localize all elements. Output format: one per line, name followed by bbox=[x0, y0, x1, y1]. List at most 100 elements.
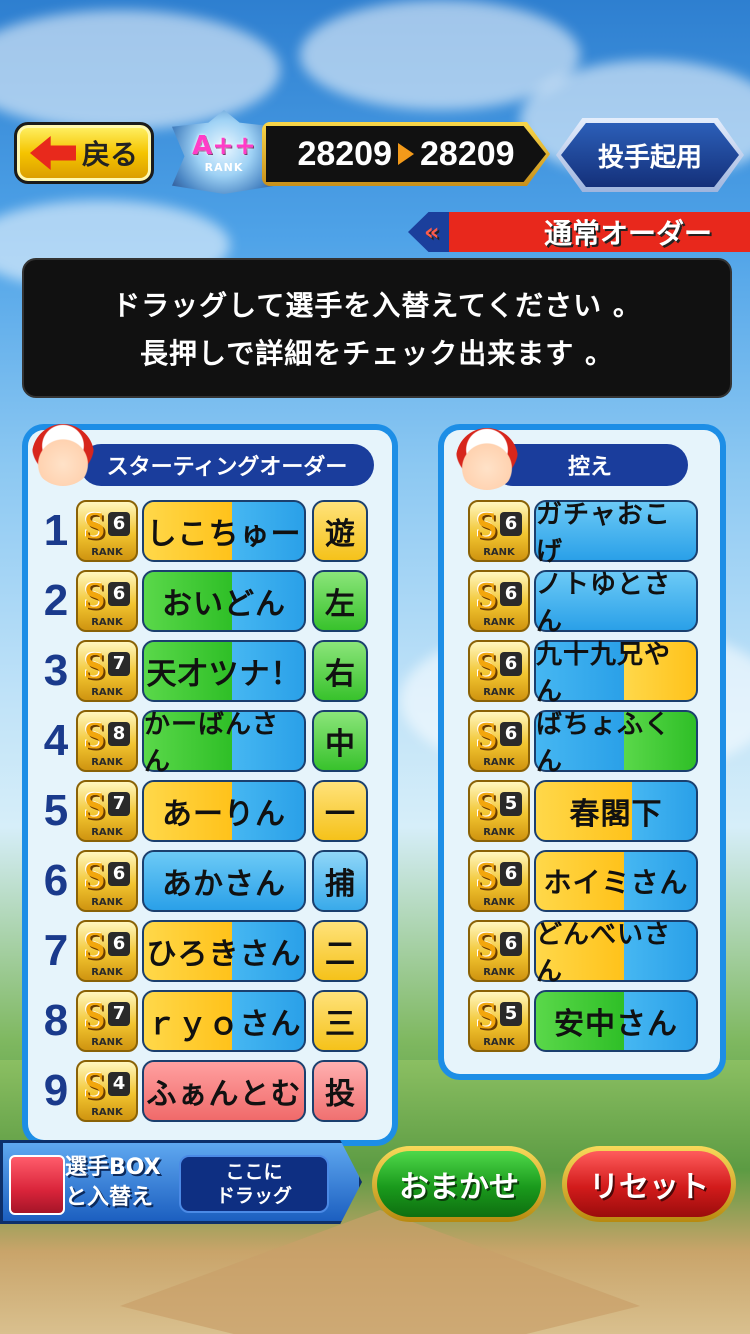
bench-mascot-icon bbox=[456, 428, 518, 490]
player-position[interactable]: 右 bbox=[312, 640, 368, 702]
player-name[interactable]: あーりん bbox=[142, 780, 306, 842]
player-name[interactable]: 春閣下 bbox=[534, 780, 698, 842]
player-name[interactable]: しこちゅー bbox=[142, 500, 306, 562]
batting-order-number: 3 bbox=[43, 646, 69, 695]
player-name[interactable]: ふぁんとむ bbox=[142, 1060, 306, 1122]
bench-panel: 控え S 6 RANK ガチャおこげ S 6 RANK ノトゆとさん S 6 RANK 九十… bbox=[438, 424, 726, 1080]
player-rank-badge: S 4 RANK bbox=[76, 1060, 138, 1122]
bench-row[interactable]: S 6 RANK ばちょふくん bbox=[468, 710, 698, 777]
pitcher-button[interactable]: 投手起用 bbox=[556, 118, 744, 192]
player-rank-badge: S 7 RANK bbox=[76, 990, 138, 1052]
pitcher-button-label: 投手起用 bbox=[597, 142, 702, 173]
player-name[interactable]: ｒｙｏさん bbox=[142, 990, 306, 1052]
score-after: 28209 bbox=[420, 134, 515, 173]
lineup-row[interactable]: 3 S 7 RANK 天才ツナ！ 右 bbox=[36, 640, 368, 702]
batting-order-number: 1 bbox=[43, 506, 69, 555]
drag-label-line-1: ここに bbox=[225, 1161, 283, 1183]
chevron-left-icon: « bbox=[424, 218, 440, 246]
player-position[interactable]: 三 bbox=[312, 990, 368, 1052]
player-name[interactable]: ノトゆとさん bbox=[534, 570, 698, 637]
player-position[interactable]: 投 bbox=[312, 1060, 368, 1122]
player-name[interactable]: 九十九兄やん bbox=[534, 640, 698, 707]
starting-lineup-title: スターティングオーダー bbox=[80, 444, 374, 486]
box-label-line-2: と入替え bbox=[65, 1185, 154, 1210]
bench-row[interactable]: S 5 RANK 安中さん bbox=[468, 990, 698, 1052]
player-name[interactable]: ばちょふくん bbox=[534, 710, 698, 777]
player-name[interactable]: 天才ツナ！ bbox=[142, 640, 306, 702]
drag-drop-target[interactable]: ここに ドラッグ bbox=[179, 1155, 329, 1213]
team-rank-sub: RANK bbox=[204, 160, 244, 174]
player-rank-badge: S 5 RANK bbox=[468, 780, 530, 842]
back-button[interactable]: 戻る bbox=[14, 122, 154, 184]
arrow-right-icon bbox=[398, 143, 414, 165]
box-label-line-1: 選手BOX bbox=[65, 1155, 161, 1180]
batting-order-number: 5 bbox=[43, 786, 69, 835]
player-position[interactable]: 一 bbox=[312, 780, 368, 842]
bench-row[interactable]: S 6 RANK ガチャおこげ bbox=[468, 500, 698, 567]
lineup-row[interactable]: 1 S 6 RANK しこちゅー 遊 bbox=[36, 500, 368, 562]
batting-order-number: 8 bbox=[43, 996, 69, 1045]
batting-order-number: 6 bbox=[43, 856, 69, 905]
player-position[interactable]: 二 bbox=[312, 920, 368, 982]
reset-button[interactable]: リセット bbox=[562, 1146, 736, 1222]
player-name[interactable]: どんべいさん bbox=[534, 920, 698, 987]
order-type-label: 通常オーダー bbox=[543, 217, 712, 250]
player-name[interactable]: あかさん bbox=[142, 850, 306, 912]
drag-label-line-2: ドラッグ bbox=[215, 1185, 292, 1207]
player-position[interactable]: 捕 bbox=[312, 850, 368, 912]
player-rank-badge: S 7 RANK bbox=[76, 640, 138, 702]
order-type-ribbon: « 通常オーダー bbox=[408, 212, 750, 252]
player-position[interactable]: 遊 bbox=[312, 500, 368, 562]
instruction-line-1: ドラッグして選手を入替えてください 。 bbox=[112, 289, 642, 322]
starting-lineup-panel: スターティングオーダー 1 S 6 RANK しこちゅー 遊 2 S 6 RANK おい… bbox=[22, 424, 398, 1146]
bench-row[interactable]: S 6 RANK 九十九兄やん bbox=[468, 640, 698, 707]
player-position[interactable]: 中 bbox=[312, 710, 368, 772]
batter-mascot-icon bbox=[32, 424, 94, 486]
auto-lineup-button[interactable]: おまかせ bbox=[372, 1146, 546, 1222]
player-rank-badge: S 6 RANK bbox=[468, 570, 530, 632]
player-rank-badge: S 6 RANK bbox=[468, 500, 530, 562]
player-name[interactable]: ホイミさん bbox=[534, 850, 698, 912]
bench-row[interactable]: S 6 RANK どんべいさん bbox=[468, 920, 698, 987]
player-box-icon bbox=[9, 1155, 65, 1215]
player-name[interactable]: ひろきさん bbox=[142, 920, 306, 982]
bench-title: 控え bbox=[492, 444, 688, 486]
player-rank-badge: S 6 RANK bbox=[76, 850, 138, 912]
batting-order-number: 9 bbox=[43, 1066, 69, 1115]
player-rank-badge: S 6 RANK bbox=[76, 920, 138, 982]
player-name[interactable]: かーばんさん bbox=[142, 710, 306, 777]
player-rank-badge: S 7 RANK bbox=[76, 780, 138, 842]
batting-order-number: 4 bbox=[43, 716, 69, 765]
player-rank-badge: S 8 RANK bbox=[76, 710, 138, 772]
batting-order-number: 7 bbox=[43, 926, 69, 975]
player-rank-badge: S 6 RANK bbox=[468, 710, 530, 772]
bench-row[interactable]: S 5 RANK 春閣下 bbox=[468, 780, 698, 842]
lineup-row[interactable]: 9 S 4 RANK ふぁんとむ 投 bbox=[36, 1060, 368, 1122]
instruction-line-2: 長押しで詳細をチェック出来ます 。 bbox=[140, 337, 614, 370]
player-position[interactable]: 左 bbox=[312, 570, 368, 632]
batting-order-number: 2 bbox=[43, 576, 69, 625]
player-rank-badge: S 6 RANK bbox=[76, 500, 138, 562]
lineup-row[interactable]: 8 S 7 RANK ｒｙｏさん 三 bbox=[36, 990, 368, 1052]
lineup-row[interactable]: 2 S 6 RANK おいどん 左 bbox=[36, 570, 368, 632]
player-box-swap-zone[interactable]: 選手BOX と入替え ここに ドラッグ bbox=[0, 1140, 362, 1224]
lineup-row[interactable]: 7 S 6 RANK ひろきさん 二 bbox=[36, 920, 368, 982]
player-name[interactable]: 安中さん bbox=[534, 990, 698, 1052]
player-rank-badge: S 5 RANK bbox=[468, 990, 530, 1052]
player-name[interactable]: おいどん bbox=[142, 570, 306, 632]
instruction-box: ドラッグして選手を入替えてください 。 長押しで詳細をチェック出来ます 。 bbox=[22, 258, 732, 398]
player-rank-badge: S 6 RANK bbox=[76, 570, 138, 632]
lineup-row[interactable]: 5 S 7 RANK あーりん 一 bbox=[36, 780, 368, 842]
player-rank-badge: S 6 RANK bbox=[468, 920, 530, 982]
arrow-left-icon bbox=[29, 136, 76, 170]
player-name[interactable]: ガチャおこげ bbox=[534, 500, 698, 567]
lineup-row[interactable]: 4 S 8 RANK かーばんさん 中 bbox=[36, 710, 368, 777]
score-before: 28209 bbox=[297, 134, 392, 173]
reset-label: リセット bbox=[589, 1170, 709, 1205]
bench-row[interactable]: S 6 RANK ノトゆとさん bbox=[468, 570, 698, 637]
bench-row[interactable]: S 6 RANK ホイミさん bbox=[468, 850, 698, 912]
lineup-row[interactable]: 6 S 6 RANK あかさん 捕 bbox=[36, 850, 368, 912]
auto-lineup-label: おまかせ bbox=[399, 1170, 519, 1205]
player-rank-badge: S 6 RANK bbox=[468, 640, 530, 702]
team-rank-text: A++ bbox=[192, 130, 256, 161]
